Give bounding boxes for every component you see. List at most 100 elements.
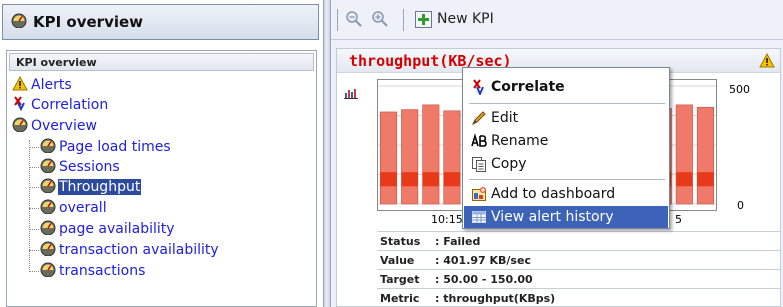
tree-connector — [29, 250, 39, 251]
detail-key: Metric — [380, 291, 420, 305]
tree-item-label: Overview — [31, 118, 97, 134]
tree-connector — [29, 187, 39, 188]
tree-item-throughput[interactable]: Throughput — [40, 177, 142, 197]
chart-bar — [380, 111, 398, 205]
gauge-icon — [40, 261, 56, 281]
tree-item-label: Sessions — [59, 159, 120, 175]
add-dashboard-icon — [471, 186, 487, 202]
menu-separator — [469, 179, 665, 180]
tree-item-label: transaction availability — [59, 242, 219, 258]
menu-separator — [469, 103, 665, 104]
warning-icon — [759, 52, 775, 72]
chart-bar — [675, 104, 693, 205]
chart-bar — [401, 109, 419, 205]
warning-icon — [12, 75, 28, 95]
menu-item-add-to-dashboard[interactable]: Add to dashboard — [464, 183, 668, 205]
detail-row-value: Value : 401.97 KB/sec — [377, 250, 780, 269]
detail-value: : throughput(KBps) — [435, 291, 556, 305]
detail-row-target: Target : 50.00 - 150.00 — [377, 269, 780, 288]
tree-connector — [29, 147, 39, 148]
copy-icon — [471, 156, 487, 172]
x-axis-tick-label: 10:15 — [431, 213, 463, 226]
chart-bar — [696, 106, 714, 205]
tree-item-page-availability[interactable]: page availability — [40, 219, 176, 239]
toolbar: New KPI — [331, 0, 783, 40]
tree-connector — [29, 208, 39, 209]
menu-item-rename[interactable]: Rename — [464, 130, 668, 152]
tree-item-overall[interactable]: overall — [40, 198, 108, 218]
add-icon[interactable] — [415, 11, 433, 29]
menu-item-view-alert-history[interactable]: View alert history — [464, 206, 668, 228]
table-icon — [471, 209, 487, 225]
gauge-icon — [40, 177, 56, 197]
rename-icon — [471, 133, 487, 149]
menu-item-label: Rename — [491, 133, 549, 149]
tree-header: KPI overview — [9, 53, 314, 71]
tree-item-overview[interactable]: Overview — [12, 116, 98, 136]
panel-title: KPI overview — [33, 13, 144, 31]
tree-item-sessions[interactable]: Sessions — [40, 157, 121, 177]
tree-item-label: Throughput — [58, 179, 142, 195]
menu-item-edit[interactable]: Edit — [464, 107, 668, 129]
tree-item-label: Page load times — [59, 139, 171, 155]
chart-bar-alert-band — [422, 172, 440, 187]
gauge-icon — [40, 137, 56, 157]
tree-item-transactions[interactable]: transactions — [40, 261, 146, 281]
detail-value: : 50.00 - 150.00 — [435, 272, 533, 286]
toolbar-separator — [403, 9, 404, 31]
tree-connector — [29, 140, 30, 272]
panel-splitter[interactable] — [323, 0, 331, 307]
tree-connector — [29, 271, 39, 272]
gauge-icon — [40, 198, 56, 218]
menu-item-copy[interactable]: Copy — [464, 153, 668, 175]
gauge-icon — [40, 219, 56, 239]
tree-item-label: Correlation — [31, 97, 109, 113]
menu-item-label: Correlate — [491, 79, 565, 95]
gauge-icon — [12, 116, 28, 136]
gauge-icon — [40, 157, 56, 177]
new-kpi-button[interactable]: New KPI — [437, 11, 494, 27]
tree-item-alerts[interactable]: Alerts — [12, 75, 73, 95]
tree-item-transaction-availability[interactable]: transaction availability — [40, 240, 220, 260]
gauge-icon — [40, 240, 56, 260]
correlate-icon — [471, 79, 487, 95]
chart-icon[interactable] — [344, 87, 358, 99]
chart-bar-alert-band — [443, 172, 461, 187]
menu-item-label: View alert history — [491, 209, 614, 225]
chart-bar-alert-band — [697, 172, 714, 187]
correlation-icon — [12, 95, 28, 115]
detail-key: Target — [380, 272, 420, 286]
tree-item-label: page availability — [59, 221, 175, 237]
menu-item-label: Copy — [491, 156, 527, 172]
tree-item-label: Alerts — [31, 77, 72, 93]
pencil-icon — [471, 110, 487, 126]
chart-bar-alert-band — [380, 172, 397, 187]
detail-key: Status — [380, 234, 421, 248]
chart-bar — [422, 104, 440, 205]
tree-item-label: transactions — [59, 263, 146, 279]
detail-value: : Failed — [435, 234, 481, 248]
y-axis-max-label: 500 — [729, 83, 750, 96]
panel-header: KPI overview — [2, 4, 319, 40]
zoom-out-icon[interactable] — [345, 10, 363, 28]
tree-item-label: overall — [59, 200, 107, 216]
detail-row-status: Status : Failed — [377, 231, 780, 250]
menu-item-correlate[interactable]: Correlate — [464, 76, 668, 98]
detail-value: : 401.97 KB/sec — [435, 253, 531, 267]
kpi-tree-panel: KPI overview KPI overview Alerts Correla… — [0, 0, 323, 307]
detail-row-metric: Metric : throughput(KBps) — [377, 288, 780, 307]
tree-connector — [29, 167, 39, 168]
tree-connector — [29, 229, 39, 230]
zoom-in-icon[interactable] — [371, 10, 389, 28]
y-axis-min-label: 0 — [737, 199, 744, 212]
chart-bar-alert-band — [401, 172, 418, 187]
tree-item-page-load-times[interactable]: Page load times — [40, 137, 172, 157]
toolbar-separator — [337, 9, 338, 31]
x-axis-tick-label: 5 — [675, 213, 682, 226]
menu-item-label: Edit — [491, 110, 519, 126]
menu-item-label: Add to dashboard — [491, 186, 616, 202]
chart-bar-alert-band — [676, 172, 693, 187]
tree-item-correlation[interactable]: Correlation — [12, 95, 109, 115]
kpi-details: Status : Failed Value : 401.97 KB/sec Ta… — [377, 231, 780, 307]
chart-bar — [443, 110, 461, 205]
